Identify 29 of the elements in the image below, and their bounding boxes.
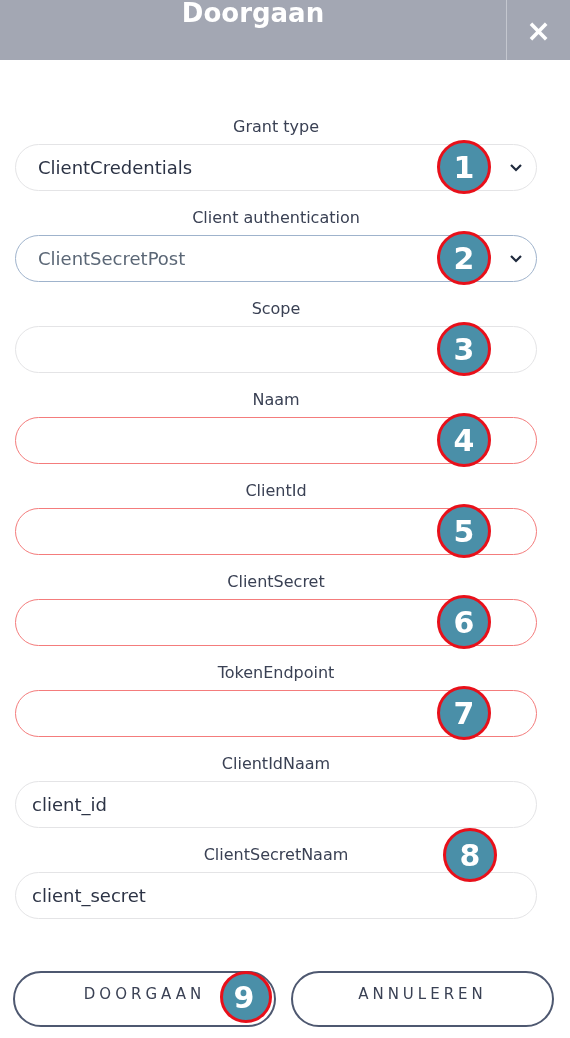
callout-badge: 7 xyxy=(437,686,491,740)
callout-badge: 4 xyxy=(437,413,491,467)
chevron-down-icon xyxy=(510,163,522,172)
field-label: Scope xyxy=(251,298,301,320)
field-label: Client authentication xyxy=(192,207,360,229)
field-value: ClientSecretPost xyxy=(38,248,186,269)
field-label: ClientIdNaam xyxy=(221,753,331,775)
field-label: Grant type xyxy=(233,116,319,138)
chevron-down-icon xyxy=(510,254,522,263)
callout-badge: 9 xyxy=(220,971,272,1023)
field-label: ClientSecretNaam xyxy=(203,844,349,866)
input-field[interactable]: client_id xyxy=(15,781,537,828)
dialog-title: Doorgaan xyxy=(181,0,325,26)
field-label: ClientSecret xyxy=(227,571,325,593)
callout-badge: 2 xyxy=(437,231,491,285)
callout-badge: 8 xyxy=(443,828,497,882)
field-value: client_secret xyxy=(32,885,146,906)
field-label: ClientId xyxy=(245,480,307,502)
continue-button[interactable]: DOORGAAN 9 xyxy=(13,971,276,1027)
input-field[interactable]: client_secret xyxy=(15,872,537,919)
callout-badge: 1 xyxy=(437,140,491,194)
callout-badge: 5 xyxy=(437,504,491,558)
field-value: client_id xyxy=(32,794,107,815)
field-label: TokenEndpoint xyxy=(217,662,335,684)
cancel-button[interactable]: ANNULEREN xyxy=(291,971,554,1027)
callout-badge: 3 xyxy=(437,322,491,376)
callout-badge: 6 xyxy=(437,595,491,649)
field-value: ClientCredentials xyxy=(38,157,193,178)
field-label: Naam xyxy=(252,389,300,411)
